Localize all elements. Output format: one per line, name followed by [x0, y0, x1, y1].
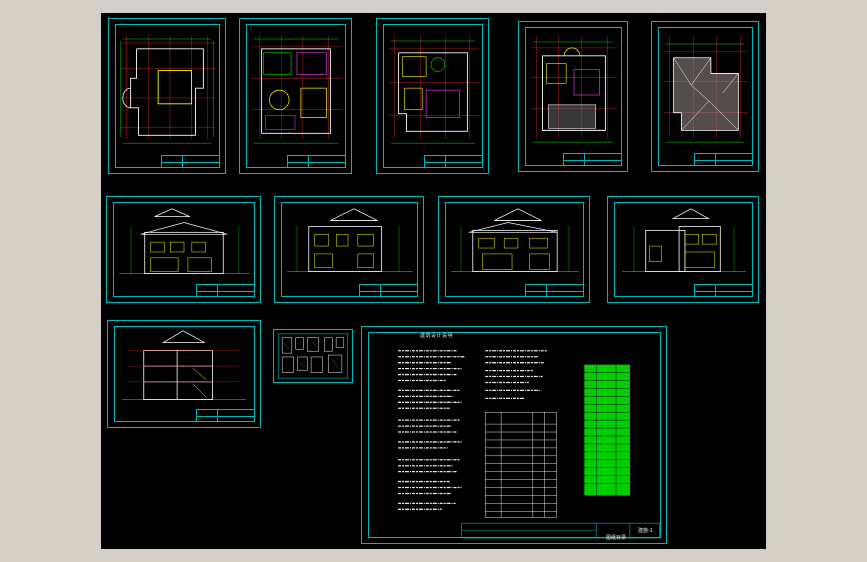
roof-plan-drawing [663, 36, 749, 143]
sheet-plan-1[interactable] [108, 18, 226, 174]
drawing-index-table [584, 364, 630, 496]
notes-text-block [398, 350, 660, 539]
notes-sheet-number: 建施-1 [638, 528, 653, 534]
floor-plan-drawing [388, 35, 480, 144]
sheet-section[interactable] [107, 320, 261, 428]
sheet-elevation-3[interactable] [438, 196, 590, 303]
sheet-plan-3[interactable] [376, 18, 489, 174]
sheet-elevation-1[interactable] [106, 196, 261, 303]
detail-drawings [278, 333, 348, 379]
title-block-text: 图纸目录 [606, 535, 627, 541]
sheet-details[interactable] [273, 329, 353, 383]
sheet-elevation-4[interactable] [607, 196, 759, 303]
floor-plan-drawing [251, 35, 343, 144]
sheet-design-notes[interactable]: 建筑设计说明 建施-1 图纸目录 [361, 326, 667, 544]
floor-plan-drawing [530, 36, 618, 143]
sheet-roof-plan[interactable] [651, 21, 759, 172]
cad-model-space[interactable]: 建筑设计说明 建施-1 图纸目录 [101, 13, 766, 549]
sheet-plan-2[interactable] [239, 18, 352, 174]
floor-plan-drawing [120, 35, 216, 144]
sheet-elevation-2[interactable] [274, 196, 424, 303]
sheet-plan-4[interactable] [518, 21, 628, 172]
door-window-schedule [485, 411, 557, 518]
